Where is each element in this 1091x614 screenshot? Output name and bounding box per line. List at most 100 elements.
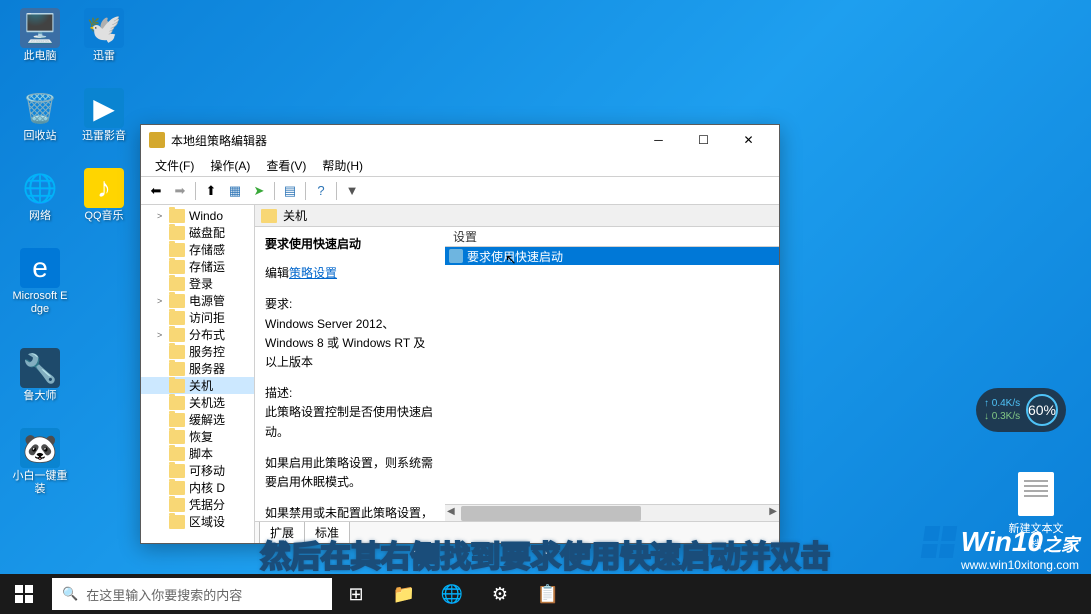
tree-item-登录[interactable]: 登录: [141, 275, 254, 292]
back-button[interactable]: ⬅: [145, 180, 167, 202]
tree-item-恢复[interactable]: 恢复: [141, 428, 254, 445]
app-icon: ▶: [84, 88, 124, 128]
app-icon: [149, 132, 165, 148]
desktop-icon-鲁大师[interactable]: 🔧鲁大师: [10, 348, 70, 403]
app-icon: 🔧: [20, 348, 60, 388]
tree-item-关机选[interactable]: 关机选: [141, 394, 254, 411]
desktop-icon-回收站[interactable]: 🗑️回收站: [10, 88, 70, 143]
tree-item-电源管[interactable]: >电源管: [141, 292, 254, 309]
folder-icon: [169, 464, 185, 478]
desktop-icon-迅雷影音[interactable]: ▶迅雷影音: [74, 88, 134, 143]
app-icon: 🌐: [20, 168, 60, 208]
tree-item-脚本[interactable]: 脚本: [141, 445, 254, 462]
folder-icon: [169, 430, 185, 444]
desktop-icon-迅雷[interactable]: 🕊️迅雷: [74, 8, 134, 63]
folder-icon: [169, 226, 185, 240]
usage-percent: 60%: [1026, 394, 1058, 426]
upload-speed: ↑ 0.4K/s: [984, 397, 1026, 410]
export-button[interactable]: ➤: [248, 180, 270, 202]
tree-item-服务器[interactable]: 服务器: [141, 360, 254, 377]
help-button[interactable]: ?: [310, 180, 332, 202]
desktop-icon-小白一键重装[interactable]: 🐼小白一键重装: [10, 428, 70, 496]
refresh-button[interactable]: ▤: [279, 180, 301, 202]
menu-help[interactable]: 帮助(H): [314, 155, 371, 176]
tree-item-存储运[interactable]: 存储运: [141, 258, 254, 275]
desktop-icon-QQ音乐[interactable]: ♪QQ音乐: [74, 168, 134, 223]
taskbar: 🔍 在这里输入你要搜索的内容 ⊞ 📁 🌐 ⚙ 📋: [0, 574, 1091, 614]
setting-label: 要求使用快速启动: [467, 248, 563, 265]
desc-p2: 如果禁用或未配置此策略设置，则使用本地设置。: [265, 504, 435, 521]
up-button[interactable]: ⬆: [200, 180, 222, 202]
edit-prefix: 编辑: [265, 266, 289, 280]
desktop-icon-Microsoft Edge[interactable]: eMicrosoft Edge: [10, 248, 70, 316]
folder-icon: [169, 413, 185, 427]
menu-action[interactable]: 操作(A): [202, 155, 258, 176]
task-view-button[interactable]: ⊞: [332, 574, 380, 614]
app-icon: 🖥️: [20, 8, 60, 48]
req-label: 要求:: [265, 297, 292, 311]
site-logo: Win10之家 www.win10xitong.com: [923, 526, 1079, 572]
network-speed-widget[interactable]: ↑ 0.4K/s ↓ 0.3K/s 60%: [976, 388, 1066, 432]
tree-pane[interactable]: >Windo磁盘配存储感存储运登录>电源管访问拒>分布式服务控服务器关机关机选缓…: [141, 205, 255, 543]
titlebar[interactable]: 本地组策略编辑器 ─ ☐ ✕: [141, 125, 779, 155]
search-input[interactable]: 🔍 在这里输入你要搜索的内容: [52, 578, 332, 610]
tree-item-缓解选[interactable]: 缓解选: [141, 411, 254, 428]
taskbar-app-1[interactable]: 📁: [380, 574, 428, 614]
taskbar-app-2[interactable]: 🌐: [428, 574, 476, 614]
desc-text: 此策略设置控制是否使用快速启动。: [265, 405, 433, 438]
tree-item-分布式[interactable]: >分布式: [141, 326, 254, 343]
desktop-icon-网络[interactable]: 🌐网络: [10, 168, 70, 223]
detail-pane: 关机 要求使用快速启动 编辑策略设置 要求: Windows Server 20…: [255, 205, 779, 543]
tree-item-区域设[interactable]: 区域设: [141, 513, 254, 530]
toolbar: ⬅ ➡ ⬆ ▦ ➤ ▤ ? ▼: [141, 177, 779, 205]
expander-icon[interactable]: >: [157, 296, 169, 306]
detail-header-label: 关机: [283, 207, 307, 224]
folder-icon: [169, 243, 185, 257]
gpedit-window: 本地组策略编辑器 ─ ☐ ✕ 文件(F) 操作(A) 查看(V) 帮助(H) ⬅…: [140, 124, 780, 544]
settings-header[interactable]: 设置: [445, 227, 779, 247]
download-speed: ↓ 0.3K/s: [984, 410, 1026, 423]
close-button[interactable]: ✕: [726, 126, 771, 154]
app-icon: 🕊️: [84, 8, 124, 48]
desktop-icon-此电脑[interactable]: 🖥️此电脑: [10, 8, 70, 63]
horizontal-scrollbar[interactable]: ◀ ▶: [445, 504, 779, 521]
menu-view[interactable]: 查看(V): [258, 155, 314, 176]
taskbar-app-3[interactable]: ⚙: [476, 574, 524, 614]
folder-icon: [169, 379, 185, 393]
folder-icon: [169, 294, 185, 308]
edit-policy-link[interactable]: 策略设置: [289, 266, 337, 280]
start-button[interactable]: [0, 574, 48, 614]
req-text: Windows Server 2012、Windows 8 或 Windows …: [265, 317, 425, 369]
menu-file[interactable]: 文件(F): [147, 155, 202, 176]
tree-item-关机[interactable]: 关机: [141, 377, 254, 394]
minimize-button[interactable]: ─: [636, 126, 681, 154]
show-hide-tree-button[interactable]: ▦: [224, 180, 246, 202]
filter-button[interactable]: ▼: [341, 180, 363, 202]
forward-button[interactable]: ➡: [169, 180, 191, 202]
folder-icon: [261, 209, 277, 223]
tree-item-磁盘配[interactable]: 磁盘配: [141, 224, 254, 241]
expander-icon[interactable]: >: [157, 330, 169, 340]
maximize-button[interactable]: ☐: [681, 126, 726, 154]
video-caption: 然后在其右侧找到要求使用快速启动并双击: [261, 532, 831, 576]
folder-icon: [169, 311, 185, 325]
folder-icon: [169, 209, 185, 223]
settings-column: 设置 要求使用快速启动 ↖ ◀ ▶: [445, 227, 779, 521]
folder-icon: [169, 498, 185, 512]
tree-item-存储感[interactable]: 存储感: [141, 241, 254, 258]
tree-item-服务控[interactable]: 服务控: [141, 343, 254, 360]
menubar: 文件(F) 操作(A) 查看(V) 帮助(H): [141, 155, 779, 177]
setting-item-fast-startup[interactable]: 要求使用快速启动 ↖: [445, 247, 779, 265]
tree-item-Windo[interactable]: >Windo: [141, 207, 254, 224]
tree-item-凭据分[interactable]: 凭据分: [141, 496, 254, 513]
policy-name: 要求使用快速启动: [265, 235, 435, 254]
tree-item-访问拒[interactable]: 访问拒: [141, 309, 254, 326]
expander-icon[interactable]: >: [157, 211, 169, 221]
folder-icon: [169, 481, 185, 495]
taskbar-app-4[interactable]: 📋: [524, 574, 572, 614]
tree-item-可移动[interactable]: 可移动: [141, 462, 254, 479]
tree-item-内核 D[interactable]: 内核 D: [141, 479, 254, 496]
desc-label: 描述:: [265, 386, 292, 400]
folder-icon: [169, 362, 185, 376]
folder-icon: [169, 345, 185, 359]
